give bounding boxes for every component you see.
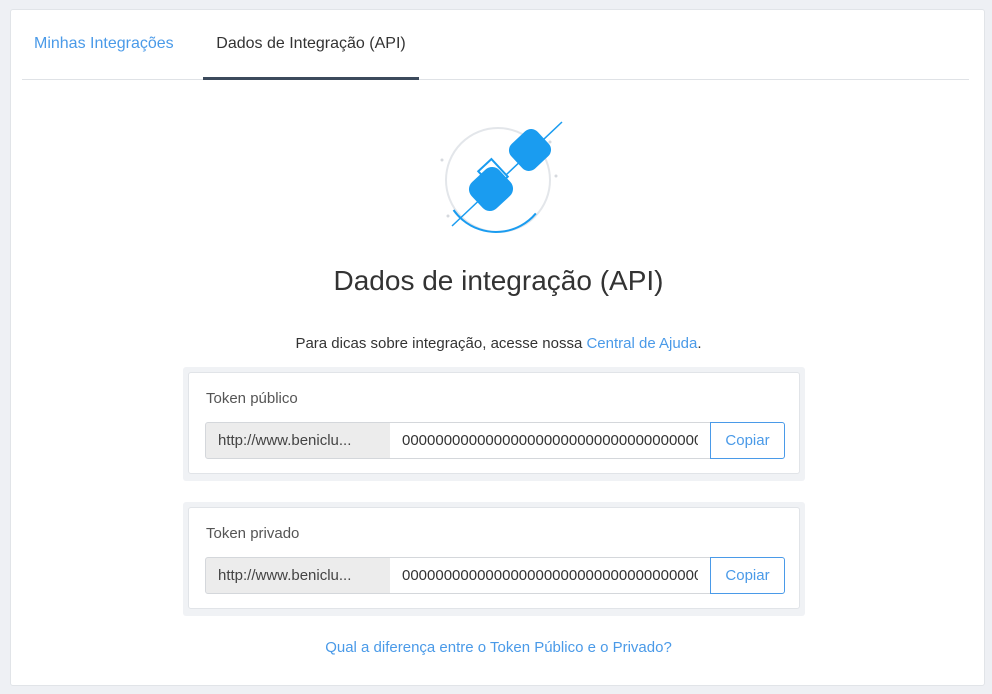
plug-connection-icon — [440, 121, 563, 233]
private-token-card: Token privado http://www.beniclu... Copi… — [188, 507, 800, 609]
integration-panel: Minhas Integrações Dados de Integração (… — [10, 9, 985, 686]
page-title: Dados de integração (API) — [333, 265, 664, 296]
public-token-input[interactable] — [390, 422, 711, 459]
tab-integration-data-api[interactable]: Dados de Integração (API) — [203, 10, 419, 80]
copy-public-token-button[interactable]: Copiar — [710, 422, 785, 459]
public-token-label: Token público — [206, 390, 298, 407]
public-token-section: Token público http://www.beniclu... Copi… — [183, 367, 805, 481]
public-token-card: Token público http://www.beniclu... Copi… — [188, 372, 800, 474]
copy-private-token-button[interactable]: Copiar — [710, 557, 785, 594]
help-prefix: Para dicas sobre integração, acesse noss… — [295, 335, 587, 352]
tab-bar: Minhas Integrações Dados de Integração (… — [22, 10, 969, 80]
public-token-url: http://www.beniclu... — [205, 422, 391, 459]
private-token-section: Token privado http://www.beniclu... Copi… — [183, 502, 805, 616]
token-difference-link[interactable]: Qual a diferença entre o Token Público e… — [11, 639, 986, 656]
private-token-label: Token privado — [206, 525, 300, 542]
help-center-link[interactable]: Central de Ajuda — [586, 335, 697, 352]
private-token-input[interactable] — [390, 557, 711, 594]
help-suffix: . — [697, 335, 702, 352]
help-text: Para dicas sobre integração, acesse noss… — [11, 335, 986, 352]
tab-my-integrations[interactable]: Minhas Integrações — [34, 10, 174, 80]
private-token-url: http://www.beniclu... — [205, 557, 391, 594]
